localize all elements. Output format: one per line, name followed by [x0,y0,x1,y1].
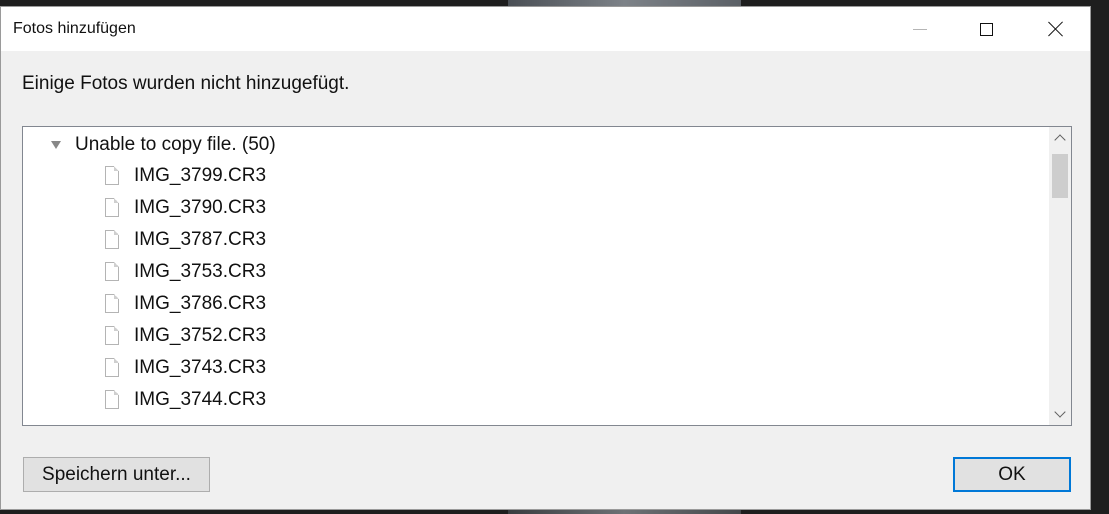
minimize-icon [913,28,927,30]
background-photo-bottom [508,510,741,514]
list-item[interactable]: IMG_3743.CR3 [23,355,1043,387]
file-icon [105,390,119,409]
window-title: Fotos hinzufügen [13,20,136,37]
scroll-thumb[interactable] [1052,154,1068,198]
chevron-up-icon [1054,134,1066,146]
list-item[interactable]: IMG_3787.CR3 [23,227,1043,259]
list-item[interactable]: IMG_3790.CR3 [23,195,1043,227]
file-name: IMG_3787.CR3 [134,229,267,250]
list-item[interactable]: IMG_3744.CR3 [23,387,1043,419]
file-icon [105,262,119,281]
group-label: Unable to copy file. (50) [75,134,276,155]
scroll-down-button[interactable] [1049,403,1071,425]
maximize-button[interactable] [963,7,1009,51]
maximize-icon [979,22,993,36]
file-name: IMG_3743.CR3 [134,357,267,378]
expand-triangle-icon[interactable] [51,141,61,149]
file-name: IMG_3799.CR3 [134,165,267,186]
file-icon [105,326,119,345]
file-icon [105,358,119,377]
file-name: IMG_3744.CR3 [134,389,267,410]
failed-files-tree[interactable]: Unable to copy file. (50) IMG_3799.CR3 IM… [22,126,1072,426]
error-message: Einige Fotos wurden nicht hinzugefügt. [22,73,350,94]
title-bar[interactable]: Fotos hinzufügen [1,7,1090,51]
ok-button[interactable]: OK [953,457,1071,492]
file-icon [105,230,119,249]
list-item[interactable]: IMG_3786.CR3 [23,291,1043,323]
vertical-scrollbar[interactable] [1049,127,1071,425]
file-name: IMG_3753.CR3 [134,261,267,282]
add-photos-dialog: Fotos hinzufügen Einige Fotos wurden nic… [0,6,1091,510]
file-icon [105,198,119,217]
list-item[interactable]: IMG_3753.CR3 [23,259,1043,291]
tree-group-row[interactable]: Unable to copy file. (50) [23,131,1043,159]
close-icon [1048,21,1064,37]
save-as-button[interactable]: Speichern unter... [23,457,210,492]
scroll-up-button[interactable] [1049,127,1071,149]
file-name: IMG_3786.CR3 [134,293,267,314]
minimize-button[interactable] [897,7,943,51]
file-name: IMG_3790.CR3 [134,197,267,218]
file-name: IMG_3752.CR3 [134,325,267,346]
file-icon [105,294,119,313]
list-item[interactable]: IMG_3799.CR3 [23,163,1043,195]
chevron-down-icon [1054,406,1066,418]
list-item[interactable]: IMG_3752.CR3 [23,323,1043,355]
file-list: IMG_3799.CR3 IMG_3790.CR3 IMG_3787.CR3 IMG_… [23,163,1043,419]
file-icon [105,166,119,185]
close-button[interactable] [1033,7,1079,51]
